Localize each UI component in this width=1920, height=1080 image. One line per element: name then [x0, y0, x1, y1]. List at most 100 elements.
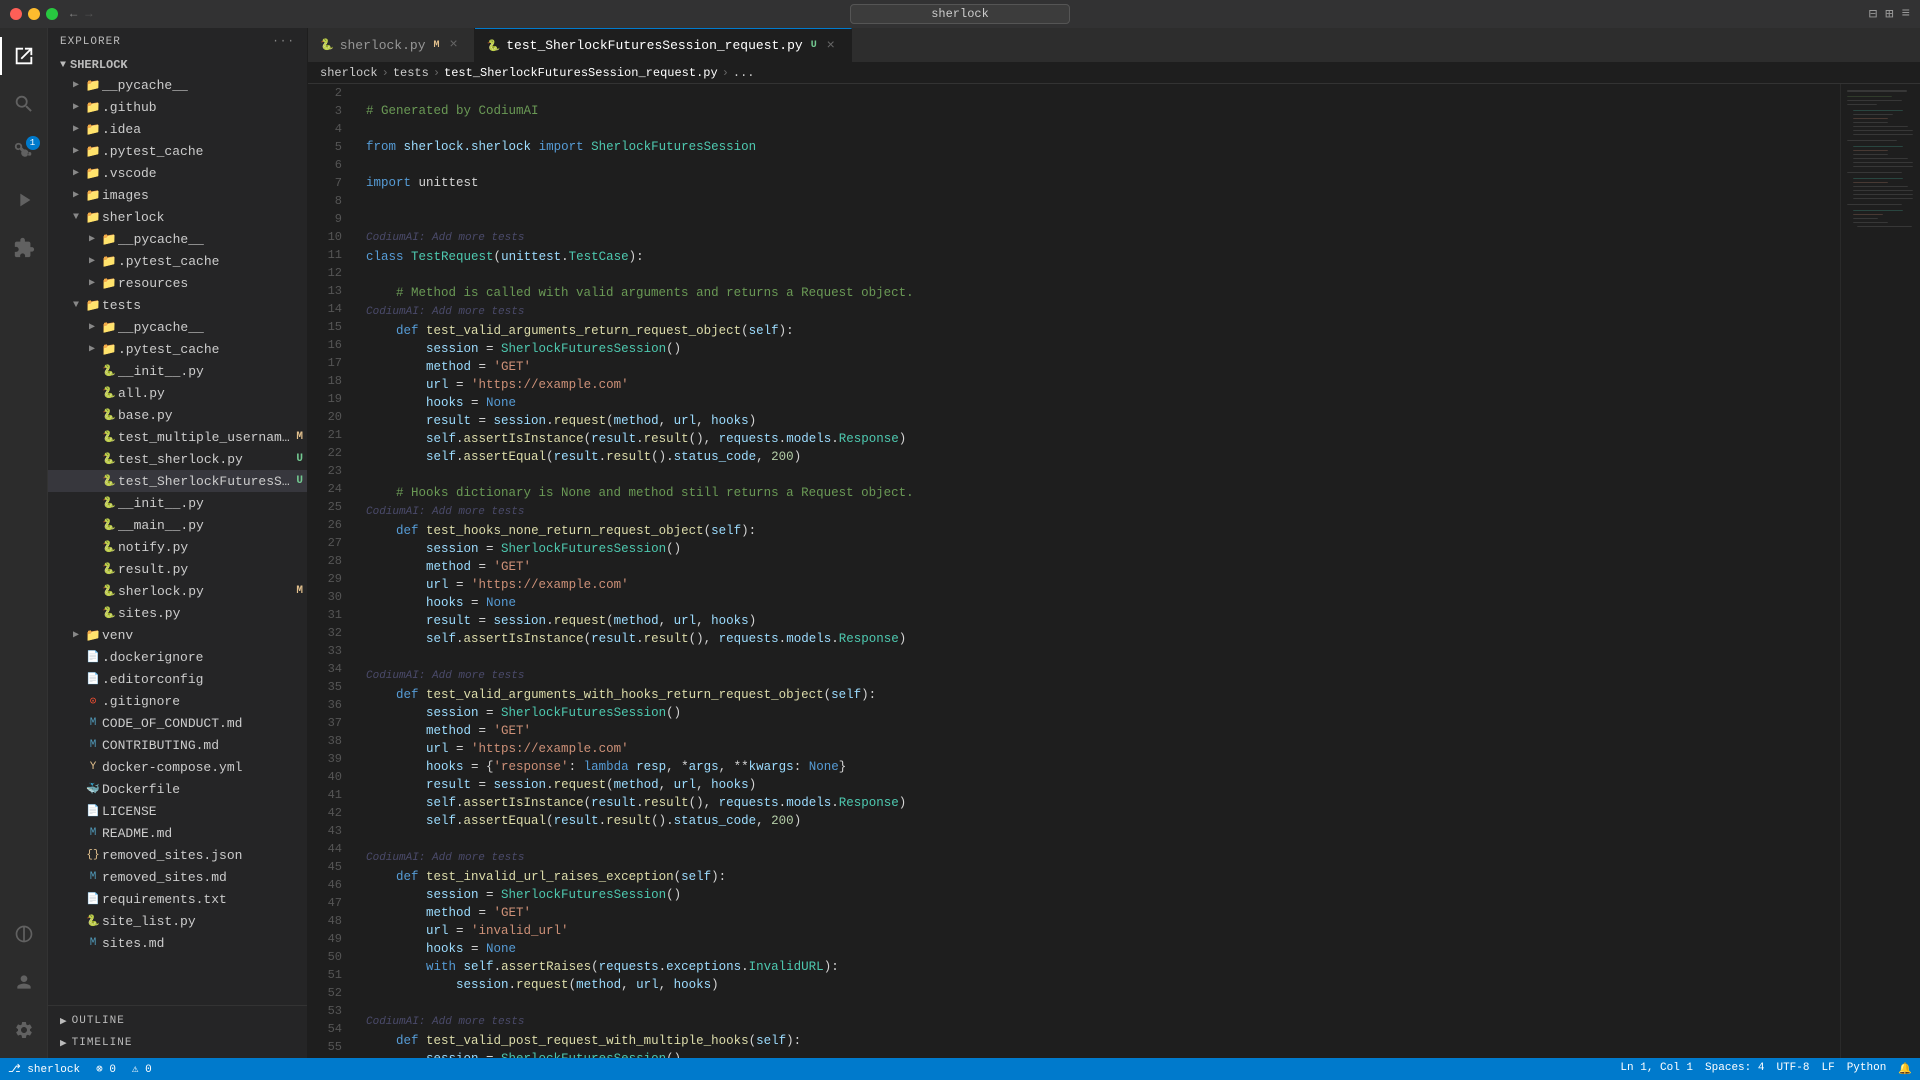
tab-py-icon: 🐍 [320, 38, 334, 52]
warnings[interactable]: ⚠ 0 [132, 1062, 152, 1076]
tree-item-github[interactable]: ▶ 📁 .github [48, 96, 307, 118]
tree-item-vscode[interactable]: ▶ 📁 .vscode [48, 162, 307, 184]
tree-item-dockerfile[interactable]: 🐳 Dockerfile [48, 778, 307, 800]
tree-item-test-sherlock[interactable]: 🐍 test_sherlock.py U [48, 448, 307, 470]
tree-item-dockerignore[interactable]: 📄 .dockerignore [48, 646, 307, 668]
fullscreen-button[interactable] [46, 8, 58, 20]
root-folder[interactable]: ▼ SHERLOCK [48, 56, 307, 74]
tree-item-site-list[interactable]: 🐍 site_list.py [48, 910, 307, 932]
split-icon[interactable]: ⊞ [1885, 6, 1893, 23]
tree-item-gitignore[interactable]: ⊙ .gitignore [48, 690, 307, 712]
settings-activity-icon[interactable] [0, 1006, 48, 1054]
traffic-lights [10, 8, 58, 20]
tree-item-pytest-cache3[interactable]: ▶ 📁 .pytest_cache [48, 338, 307, 360]
tree-item-init2-py[interactable]: 🐍 __init__.py [48, 492, 307, 514]
nav-fwd-icon[interactable]: → [85, 7, 92, 21]
item-label: __init__.py [118, 364, 307, 379]
item-label: __pycache__ [118, 320, 307, 335]
title-search[interactable]: sherlock [850, 4, 1070, 24]
item-label: __pycache__ [102, 78, 307, 93]
timeline-section[interactable]: ▶ TIMELINE [48, 1032, 307, 1054]
feedback-icon[interactable]: 🔔 [1898, 1062, 1912, 1076]
item-label: base.py [118, 408, 307, 423]
errors[interactable]: ⊗ 0 [96, 1062, 116, 1076]
tree-item-resources[interactable]: ▶ 📁 resources [48, 272, 307, 294]
tree-item-requirements[interactable]: 📄 requirements.txt [48, 888, 307, 910]
spaces[interactable]: Spaces: 4 [1705, 1062, 1764, 1076]
tree-item-main-py[interactable]: 🐍 __main__.py [48, 514, 307, 536]
tree-item-editorconfig[interactable]: 📄 .editorconfig [48, 668, 307, 690]
tree-item-pycache1[interactable]: ▶ 📁 __pycache__ [48, 74, 307, 96]
arrow-icon: ▶ [68, 79, 84, 91]
sidebar-menu-icon[interactable]: ··· [272, 36, 295, 48]
tree-item-docker-compose[interactable]: Y docker-compose.yml [48, 756, 307, 778]
untracked-badge: U [296, 475, 303, 487]
tab-test-futures[interactable]: 🐍 test_SherlockFuturesSession_request.py… [475, 28, 852, 62]
item-label: .gitignore [102, 694, 307, 709]
tree-item-license[interactable]: 📄 LICENSE [48, 800, 307, 822]
tab-close-button[interactable]: × [823, 38, 839, 54]
extensions-activity-icon[interactable] [0, 224, 48, 272]
ln-col[interactable]: Ln 1, Col 1 [1620, 1062, 1693, 1076]
remote-activity-icon[interactable] [0, 910, 48, 958]
tree-item-sherlock-folder[interactable]: ▼ 📁 sherlock [48, 206, 307, 228]
tree-item-removed-json[interactable]: {} removed_sites.json [48, 844, 307, 866]
encoding[interactable]: UTF-8 [1776, 1062, 1809, 1076]
tree-item-pycache3[interactable]: ▶ 📁 __pycache__ [48, 316, 307, 338]
code-line-40: def test_invalid_url_raises_exception(se… [358, 868, 1840, 886]
tree-item-base-py[interactable]: 🐍 base.py [48, 404, 307, 426]
line-num-26: 26 [308, 516, 350, 534]
tree-item-contributing[interactable]: M CONTRIBUTING.md [48, 734, 307, 756]
tree-item-sherlock-py[interactable]: 🐍 sherlock.py M [48, 580, 307, 602]
yml-file-icon: Y [84, 761, 102, 773]
breadcrumb-sherlock[interactable]: sherlock [320, 66, 378, 80]
close-button[interactable] [10, 8, 22, 20]
tree-item-result-py[interactable]: 🐍 result.py [48, 558, 307, 580]
tree-item-pycache2[interactable]: ▶ 📁 __pycache__ [48, 228, 307, 250]
outline-section[interactable]: ▶ OUTLINE [48, 1010, 307, 1032]
tree-item-images[interactable]: ▶ 📁 images [48, 184, 307, 206]
breadcrumb-tests[interactable]: tests [393, 66, 429, 80]
item-label: result.py [118, 562, 307, 577]
tree-item-venv[interactable]: ▶ 📁 venv [48, 624, 307, 646]
tree-item-idea[interactable]: ▶ 📁 .idea [48, 118, 307, 140]
tree-item-pytest-cache1[interactable]: ▶ 📁 .pytest_cache [48, 140, 307, 162]
line-num-24: 24 [308, 480, 350, 498]
tree-item-init-py[interactable]: 🐍 __init__.py [48, 360, 307, 382]
explorer-activity-icon[interactable] [0, 32, 48, 80]
item-label: __main__.py [118, 518, 307, 533]
tab-sherlock-py[interactable]: 🐍 sherlock.py M × [308, 28, 475, 62]
nav-back-icon[interactable]: ← [70, 7, 77, 21]
language[interactable]: Python [1847, 1062, 1887, 1076]
search-activity-icon[interactable] [0, 80, 48, 128]
tab-close-button[interactable]: × [446, 37, 462, 53]
tree-item-tests-folder[interactable]: ▼ 📁 tests [48, 294, 307, 316]
tree-item-readme[interactable]: M README.md [48, 822, 307, 844]
minimize-button[interactable] [28, 8, 40, 20]
item-label: resources [118, 276, 307, 291]
layout-icon[interactable]: ⊟ [1869, 6, 1877, 23]
tree-item-notify-py[interactable]: 🐍 notify.py [48, 536, 307, 558]
tree-item-test-multiple[interactable]: 🐍 test_multiple_usernames.py M [48, 426, 307, 448]
tree-item-sites-py[interactable]: 🐍 sites.py [48, 602, 307, 624]
breadcrumb-file[interactable]: test_SherlockFuturesSession_request.py [444, 66, 718, 80]
git-branch[interactable]: ⎇ sherlock [8, 1062, 80, 1076]
code-content[interactable]: # Generated by CodiumAI from sherlock.sh… [358, 84, 1840, 1058]
tree-item-all-py[interactable]: 🐍 all.py [48, 382, 307, 404]
run-activity-icon[interactable] [0, 176, 48, 224]
code-line-27: hooks = None [358, 594, 1840, 612]
tree-item-sites-md[interactable]: M sites.md [48, 932, 307, 954]
outline-label: OUTLINE [72, 1015, 125, 1027]
tree-item-pytest-cache2[interactable]: ▶ 📁 .pytest_cache [48, 250, 307, 272]
line-num-48: 48 [308, 912, 350, 930]
item-label: notify.py [118, 540, 307, 555]
line-num-14: 14 [308, 300, 350, 318]
customize-icon[interactable]: ≡ [1902, 6, 1910, 22]
tree-item-coc[interactable]: M CODE_OF_CONDUCT.md [48, 712, 307, 734]
tree-item-removed-md[interactable]: M removed_sites.md [48, 866, 307, 888]
tree-item-test-futures[interactable]: 🐍 test_SherlockFuturesSession_request.py… [48, 470, 307, 492]
source-control-activity-icon[interactable]: 1 [0, 128, 48, 176]
code-line-16: url = 'https://example.com' [358, 376, 1840, 394]
eol[interactable]: LF [1821, 1062, 1834, 1076]
account-activity-icon[interactable] [0, 958, 48, 1006]
